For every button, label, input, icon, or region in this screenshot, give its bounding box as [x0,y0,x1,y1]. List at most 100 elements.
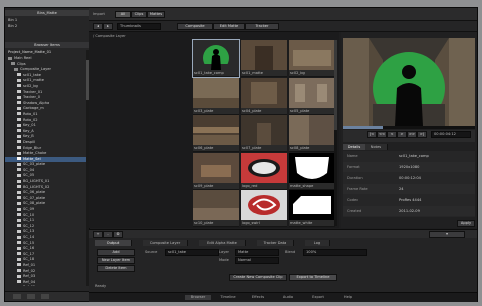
thumbnail[interactable]: sc07_plate [241,115,287,152]
thumbnail-image [193,77,239,108]
rewind-icon[interactable]: << [377,131,387,138]
timecode-field[interactable]: 00:00:04:12 [431,131,471,138]
info-row: Duration 00:00:12:04 [343,173,475,183]
folder-icon[interactable] [27,294,35,299]
layer-settings-icon[interactable]: ⚙ [113,231,123,238]
tree-item[interactable]: Ref_05 [5,285,87,286]
thumbnail-image [193,190,239,220]
tab-mattes[interactable]: Mattes [147,11,165,18]
thumbnail-image [289,77,335,108]
thumbnail[interactable]: sc01_matte [241,40,287,77]
info-row: Codec ProRes 4444 [343,195,475,205]
thumbnail[interactable]: logo_red [241,152,287,190]
tab-details[interactable]: Details [343,144,366,150]
add-bin-icon[interactable] [13,294,21,299]
clip-icon [17,213,21,217]
go-start-icon[interactable]: |< [367,131,377,138]
tab-all[interactable]: All [115,11,131,18]
tree-item-label: SC_03_plate [23,162,46,167]
delete-bin-icon[interactable] [41,294,49,299]
create-composite-button[interactable]: Create New Composite Clip [229,274,287,281]
clip-icon [17,229,21,233]
thumbnail[interactable]: sc03_plate [193,77,239,115]
timeline-scrubber[interactable] [343,126,475,129]
taskbar-item[interactable]: Export [305,295,331,300]
taskbar-item[interactable]: Effects [245,295,271,300]
mode-label: Mode [219,258,229,262]
thumbnail[interactable]: sc06_plate [193,115,239,152]
source-field[interactable]: sc01_take [165,249,219,256]
layer-field[interactable]: Matte [235,249,279,256]
thumbnail-image [289,152,335,183]
clip-icon [17,263,21,267]
thumbnail[interactable]: matte_shape [289,152,335,190]
info-value: 2011-02-09 [399,209,420,213]
thumbnail[interactable]: sc10_plate [193,190,239,227]
bottom-tab[interactable]: Output [95,240,132,246]
new-layer-item-button[interactable]: New Layer Item [97,257,135,264]
back-icon[interactable]: ◂ [93,23,103,30]
bottom-tab[interactable]: Log [305,240,330,246]
forward-icon[interactable]: ▸ [103,23,113,30]
clip-icon [17,257,21,261]
tree-list: Main Reel Clips Composite_Layer sc01_take sc… [5,56,87,286]
taskbar-item[interactable]: Browser [185,295,211,300]
add-layer-icon[interactable]: + [93,231,103,238]
add-button[interactable]: Add [97,249,135,256]
remove-layer-icon[interactable]: - [103,231,113,238]
clip-icon [17,134,21,138]
thumbnail[interactable]: matte_white [289,190,335,227]
bin-item[interactable]: Bin 2 [5,24,89,30]
tree-item-label: Tracker_01 [23,89,43,94]
fast-forward-icon[interactable]: >> [407,131,417,138]
thumbnail[interactable]: sc01_take_comp [193,40,239,77]
thumbnail-image [241,115,287,145]
step-back-icon[interactable]: < [387,131,397,138]
thumbnail-caption: sc06_plate [193,145,239,151]
taskbar-item[interactable]: Help [335,295,361,300]
thumbnail-caption: sc05_plate [289,107,335,114]
tree-item-label: Shadow_Alpha [23,100,50,105]
composite-button[interactable]: Composite [177,23,213,30]
edit-matte-button[interactable]: Edit Matte [213,23,245,30]
bottom-tab[interactable]: Composite Layer [143,240,188,246]
panel-options-dropdown[interactable]: ▾ [429,231,465,238]
tree-item-label: Roto_02 [23,117,38,122]
tab-clips[interactable]: Clips [131,11,147,18]
taskbar-item[interactable]: Timeline [215,295,241,300]
tab-notes[interactable]: Notes [365,144,388,150]
thumbnail[interactable]: logo_swirl [241,190,287,227]
tracker-button[interactable]: Tracker [245,23,279,30]
thumbnail-caption: matte_white [289,220,335,226]
thumbnail[interactable]: sc05_plate [289,77,335,115]
blend-field[interactable]: 100% [303,249,367,256]
bottom-tab[interactable]: Edit Alpha Matte [199,240,246,246]
layer-label: Layer [219,250,230,254]
view-dropdown[interactable]: Thumbnails [117,23,161,30]
thumbnail[interactable]: sc02_bg [289,40,335,77]
thumbnail[interactable]: sc08_plate [289,115,335,152]
tree-item-label: SC_05 [23,173,35,178]
info-key: Created [347,209,362,213]
play-icon[interactable]: > [397,131,407,138]
taskbar-item[interactable]: Audio [275,295,301,300]
go-end-icon[interactable]: >| [417,131,427,138]
bottom-tab[interactable]: Tracker Data [257,240,294,246]
thumbnail-image [241,190,287,220]
clip-icon [14,67,18,71]
delete-item-button[interactable]: Delete Item [97,265,135,272]
tree-header[interactable]: Project_Name_Matte_01 [5,50,89,56]
clip-icon [17,269,21,273]
apply-button[interactable]: Apply [457,220,475,227]
tree-item-label: Key_B [23,134,34,139]
clip-icon [17,146,21,149]
thumbnail-caption: logo_red [241,182,287,189]
export-timeline-button[interactable]: Export to Timeline [289,274,337,281]
clip-icon [17,185,21,189]
mode-field[interactable]: Normal [235,257,279,264]
clip-icon [17,129,21,133]
thumbnail[interactable]: sc09_plate [193,152,239,190]
clip-icon [17,157,21,161]
browser-scrollbar[interactable] [334,40,337,226]
thumbnail[interactable]: sc04_plate [241,77,287,115]
